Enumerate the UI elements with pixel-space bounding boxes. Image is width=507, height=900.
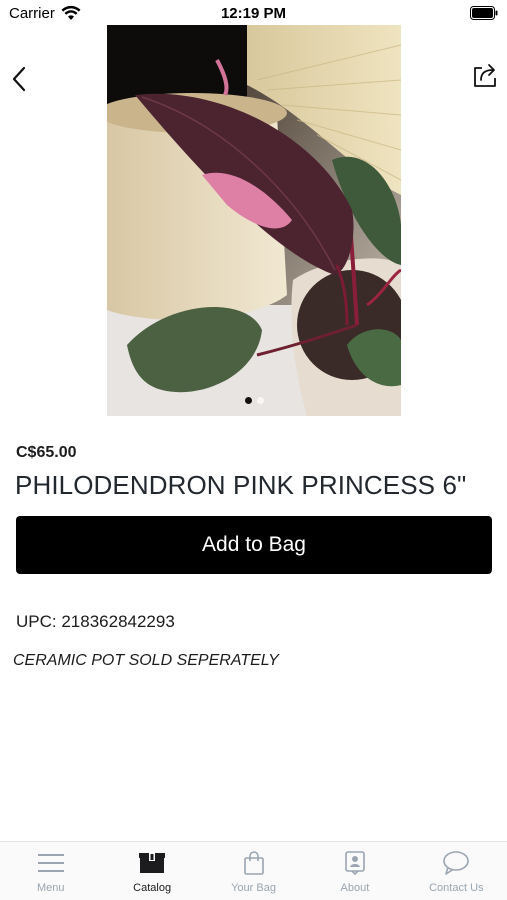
product-note: CERAMIC POT SOLD SEPERATELY [13, 652, 279, 669]
tab-label-about: About [340, 882, 370, 894]
product-title: PHILODENDRON PINK PRINCESS 6" [15, 470, 467, 500]
tab-contact-us[interactable]: Contact Us [406, 842, 507, 900]
tab-label-your-bag: Your Bag [231, 882, 276, 894]
back-button[interactable] [6, 62, 32, 96]
product-price: C$65.00 [16, 444, 77, 461]
pager-dot-1[interactable] [244, 397, 252, 404]
product-upc: UPC: 218362842293 [16, 612, 175, 631]
menu-icon [36, 850, 66, 876]
tab-bar: Menu Catalog Your Bag About Contact Us [0, 841, 507, 900]
share-button[interactable] [469, 58, 501, 92]
tab-your-bag[interactable]: Your Bag [203, 842, 304, 900]
tab-about[interactable]: About [304, 842, 405, 900]
chat-icon [441, 850, 471, 876]
product-image-carousel[interactable] [107, 25, 401, 416]
plant-photo [107, 25, 401, 416]
tab-label-contact-us: Contact Us [429, 882, 484, 894]
about-icon [340, 850, 370, 876]
add-to-bag-button[interactable]: Add to Bag [16, 516, 492, 574]
bag-icon [239, 850, 269, 876]
image-pager[interactable] [107, 397, 401, 404]
battery-icon [470, 6, 498, 20]
pager-dot-2[interactable] [256, 397, 264, 404]
tab-label-catalog: Catalog [133, 882, 172, 894]
status-bar: Carrier 12:19 PM [0, 0, 507, 28]
chevron-left-icon [12, 66, 26, 92]
tab-catalog[interactable]: Catalog [101, 842, 202, 900]
tab-label-menu: Menu [36, 882, 65, 894]
share-icon [474, 64, 496, 87]
tab-menu[interactable]: Menu [0, 842, 101, 900]
status-time: 12:19 PM [220, 5, 287, 22]
catalog-icon [137, 850, 167, 876]
